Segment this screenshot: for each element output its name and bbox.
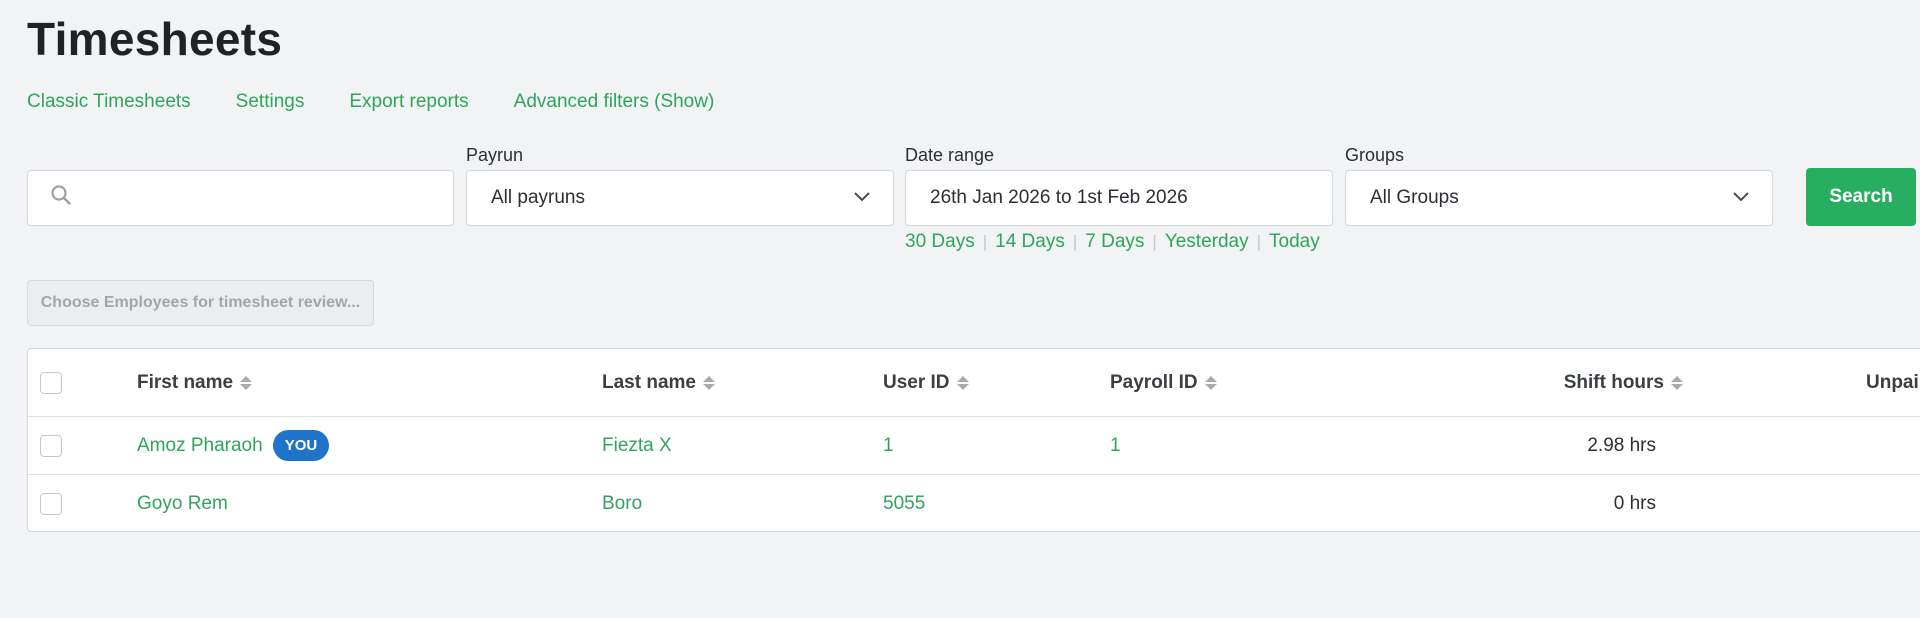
groups-select[interactable]: All Groups <box>1345 170 1773 226</box>
search-button[interactable]: Search <box>1806 168 1916 226</box>
sort-icon <box>702 375 715 390</box>
date-range-value: 26th Jan 2026 to 1st Feb 2026 <box>930 187 1188 208</box>
range-7-days[interactable]: 7 Days <box>1085 231 1144 253</box>
chevron-down-icon <box>1732 187 1750 209</box>
user-id-link[interactable]: 5055 <box>883 493 925 515</box>
first-name-link[interactable]: Amoz Pharaoh <box>137 435 263 457</box>
page-title: Timesheets <box>27 13 283 65</box>
range-yesterday[interactable]: Yesterday <box>1165 231 1249 253</box>
separator: | <box>1256 232 1262 251</box>
sort-icon <box>956 375 969 390</box>
advanced-filters-link[interactable]: Advanced filters (Show) <box>514 91 715 113</box>
classic-timesheets-link[interactable]: Classic Timesheets <box>27 91 191 113</box>
date-range-input[interactable]: 26th Jan 2026 to 1st Feb 2026 <box>905 170 1333 226</box>
separator: | <box>1152 232 1157 251</box>
shift-hours-value: 2.98 hrs <box>1587 434 1656 456</box>
user-id-link[interactable]: 1 <box>883 435 894 457</box>
payrun-select[interactable]: All payruns <box>466 170 894 226</box>
date-range-label: Date range <box>905 145 995 165</box>
column-payroll-id[interactable]: Payroll ID <box>1110 349 1217 416</box>
settings-link[interactable]: Settings <box>236 91 305 113</box>
table-row: Goyo Rem Boro 5055 0 hrs <box>28 475 1920 531</box>
range-30-days[interactable]: 30 Days <box>905 231 975 253</box>
column-unpaid[interactable]: Unpai <box>1866 349 1919 416</box>
range-today[interactable]: Today <box>1269 231 1320 253</box>
sort-icon <box>240 375 253 390</box>
timesheets-table: First name Last name User ID Payroll ID … <box>27 348 1920 532</box>
sub-nav: Classic Timesheets Settings Export repor… <box>27 91 714 113</box>
sort-icon <box>1204 375 1217 390</box>
separator: | <box>1072 232 1078 251</box>
column-user-id[interactable]: User ID <box>883 349 969 416</box>
quick-date-ranges: 30 Days | 14 Days | 7 Days | Yesterday |… <box>905 231 1320 253</box>
export-reports-link[interactable]: Export reports <box>349 91 468 113</box>
row-checkbox[interactable] <box>40 493 62 515</box>
payrun-label: Payrun <box>466 145 524 165</box>
last-name-link[interactable]: Boro <box>602 493 642 515</box>
chevron-down-icon <box>853 187 871 209</box>
payroll-id-link[interactable]: 1 <box>1110 435 1121 457</box>
first-name-link[interactable]: Goyo Rem <box>137 493 228 515</box>
you-badge: YOU <box>272 430 330 461</box>
column-shift-hours[interactable]: Shift hours <box>1428 349 1683 416</box>
column-first-name[interactable]: First name <box>137 349 253 416</box>
payrun-value: All payruns <box>491 187 585 208</box>
groups-value: All Groups <box>1370 187 1459 208</box>
range-14-days[interactable]: 14 Days <box>995 231 1065 253</box>
column-last-name[interactable]: Last name <box>602 349 715 416</box>
shift-hours-value: 0 hrs <box>1613 493 1656 514</box>
choose-employees-button[interactable]: Choose Employees for timesheet review... <box>27 280 374 326</box>
table-row: Amoz Pharaoh YOU Fiezta X 1 1 2.98 hrs <box>28 417 1920 475</box>
row-checkbox[interactable] <box>40 434 62 457</box>
select-all-checkbox[interactable] <box>40 371 62 394</box>
sort-icon <box>1671 375 1683 390</box>
groups-label: Groups <box>1345 145 1405 165</box>
search-input[interactable] <box>27 170 454 226</box>
separator: | <box>982 232 988 251</box>
table-header: First name Last name User ID Payroll ID … <box>28 349 1920 417</box>
last-name-link[interactable]: Fiezta X <box>602 435 672 457</box>
search-icon <box>50 184 72 212</box>
